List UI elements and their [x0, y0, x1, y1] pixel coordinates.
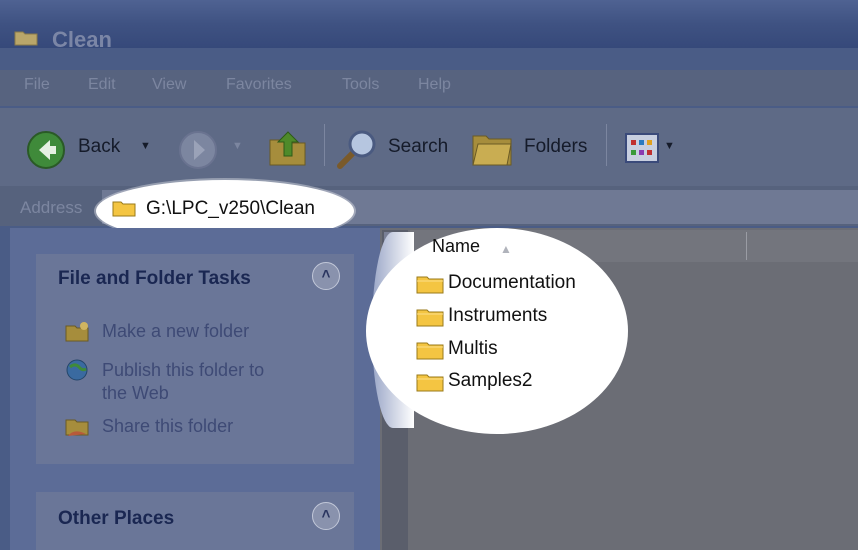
- address-label: Address: [20, 198, 83, 217]
- folder-name: Samples2: [448, 370, 533, 391]
- toolbar-separator: [324, 124, 325, 166]
- views-dropdown-icon[interactable]: ▼: [664, 140, 675, 152]
- menu-bar: File Edit View Favorites Tools Help: [0, 70, 858, 106]
- folder-name: Instruments: [448, 305, 548, 326]
- share-folder-link[interactable]: Share this folder: [102, 415, 233, 437]
- address-path[interactable]: G:\LPC_v250\Clean: [146, 198, 315, 220]
- menu-tools[interactable]: Tools: [342, 76, 379, 94]
- sort-ascending-icon: ▲: [500, 242, 512, 256]
- other-places-header[interactable]: Other Places: [58, 508, 174, 530]
- window-title: Clean: [52, 27, 112, 52]
- up-folder-icon[interactable]: [266, 126, 310, 170]
- folder-icon: [416, 342, 444, 360]
- folder-icon: [416, 276, 444, 294]
- menu-file[interactable]: File: [24, 76, 50, 94]
- file-highlight: [366, 228, 628, 434]
- menu-view[interactable]: View: [152, 76, 186, 94]
- collapse-icon[interactable]: ˄: [312, 262, 340, 290]
- globe-icon: [66, 359, 88, 381]
- publish-folder-link-line2[interactable]: the Web: [102, 382, 169, 404]
- back-button[interactable]: Back: [78, 136, 120, 158]
- menu-favorites[interactable]: Favorites: [226, 76, 292, 94]
- explorer-window: Clean File Edit View Favorites Tools Hel…: [0, 0, 858, 550]
- folders-button[interactable]: Folders: [524, 136, 587, 158]
- collapse-icon[interactable]: ˄: [312, 502, 340, 530]
- back-dropdown-icon[interactable]: ▼: [140, 140, 151, 152]
- name-column-header[interactable]: Name: [432, 236, 480, 257]
- menu-edit[interactable]: Edit: [88, 76, 116, 94]
- folder-icon: [416, 374, 444, 392]
- make-new-folder-link[interactable]: Make a new folder: [102, 320, 249, 342]
- folder-icon: [416, 309, 444, 327]
- title-bar[interactable]: Clean: [0, 0, 858, 52]
- column-divider[interactable]: [746, 232, 747, 260]
- forward-dropdown-icon[interactable]: ▼: [232, 140, 243, 152]
- folders-icon[interactable]: [470, 128, 514, 170]
- back-arrow-icon[interactable]: [26, 130, 66, 170]
- folder-name: Documentation: [448, 272, 576, 293]
- folder-name: Multis: [448, 338, 498, 359]
- new-folder-icon: [65, 322, 89, 342]
- menu-help[interactable]: Help: [418, 76, 451, 94]
- file-folder-tasks-header[interactable]: File and Folder Tasks: [58, 268, 251, 290]
- publish-folder-link[interactable]: Publish this folder to: [102, 359, 264, 381]
- toolbar-separator: [606, 124, 607, 166]
- search-button[interactable]: Search: [388, 136, 448, 158]
- folder-icon: [112, 201, 136, 217]
- forward-arrow-icon[interactable]: [178, 130, 218, 170]
- search-icon[interactable]: [334, 126, 380, 172]
- share-folder-icon: [65, 419, 89, 436]
- views-icon[interactable]: [624, 132, 660, 164]
- folder-icon: [14, 31, 38, 46]
